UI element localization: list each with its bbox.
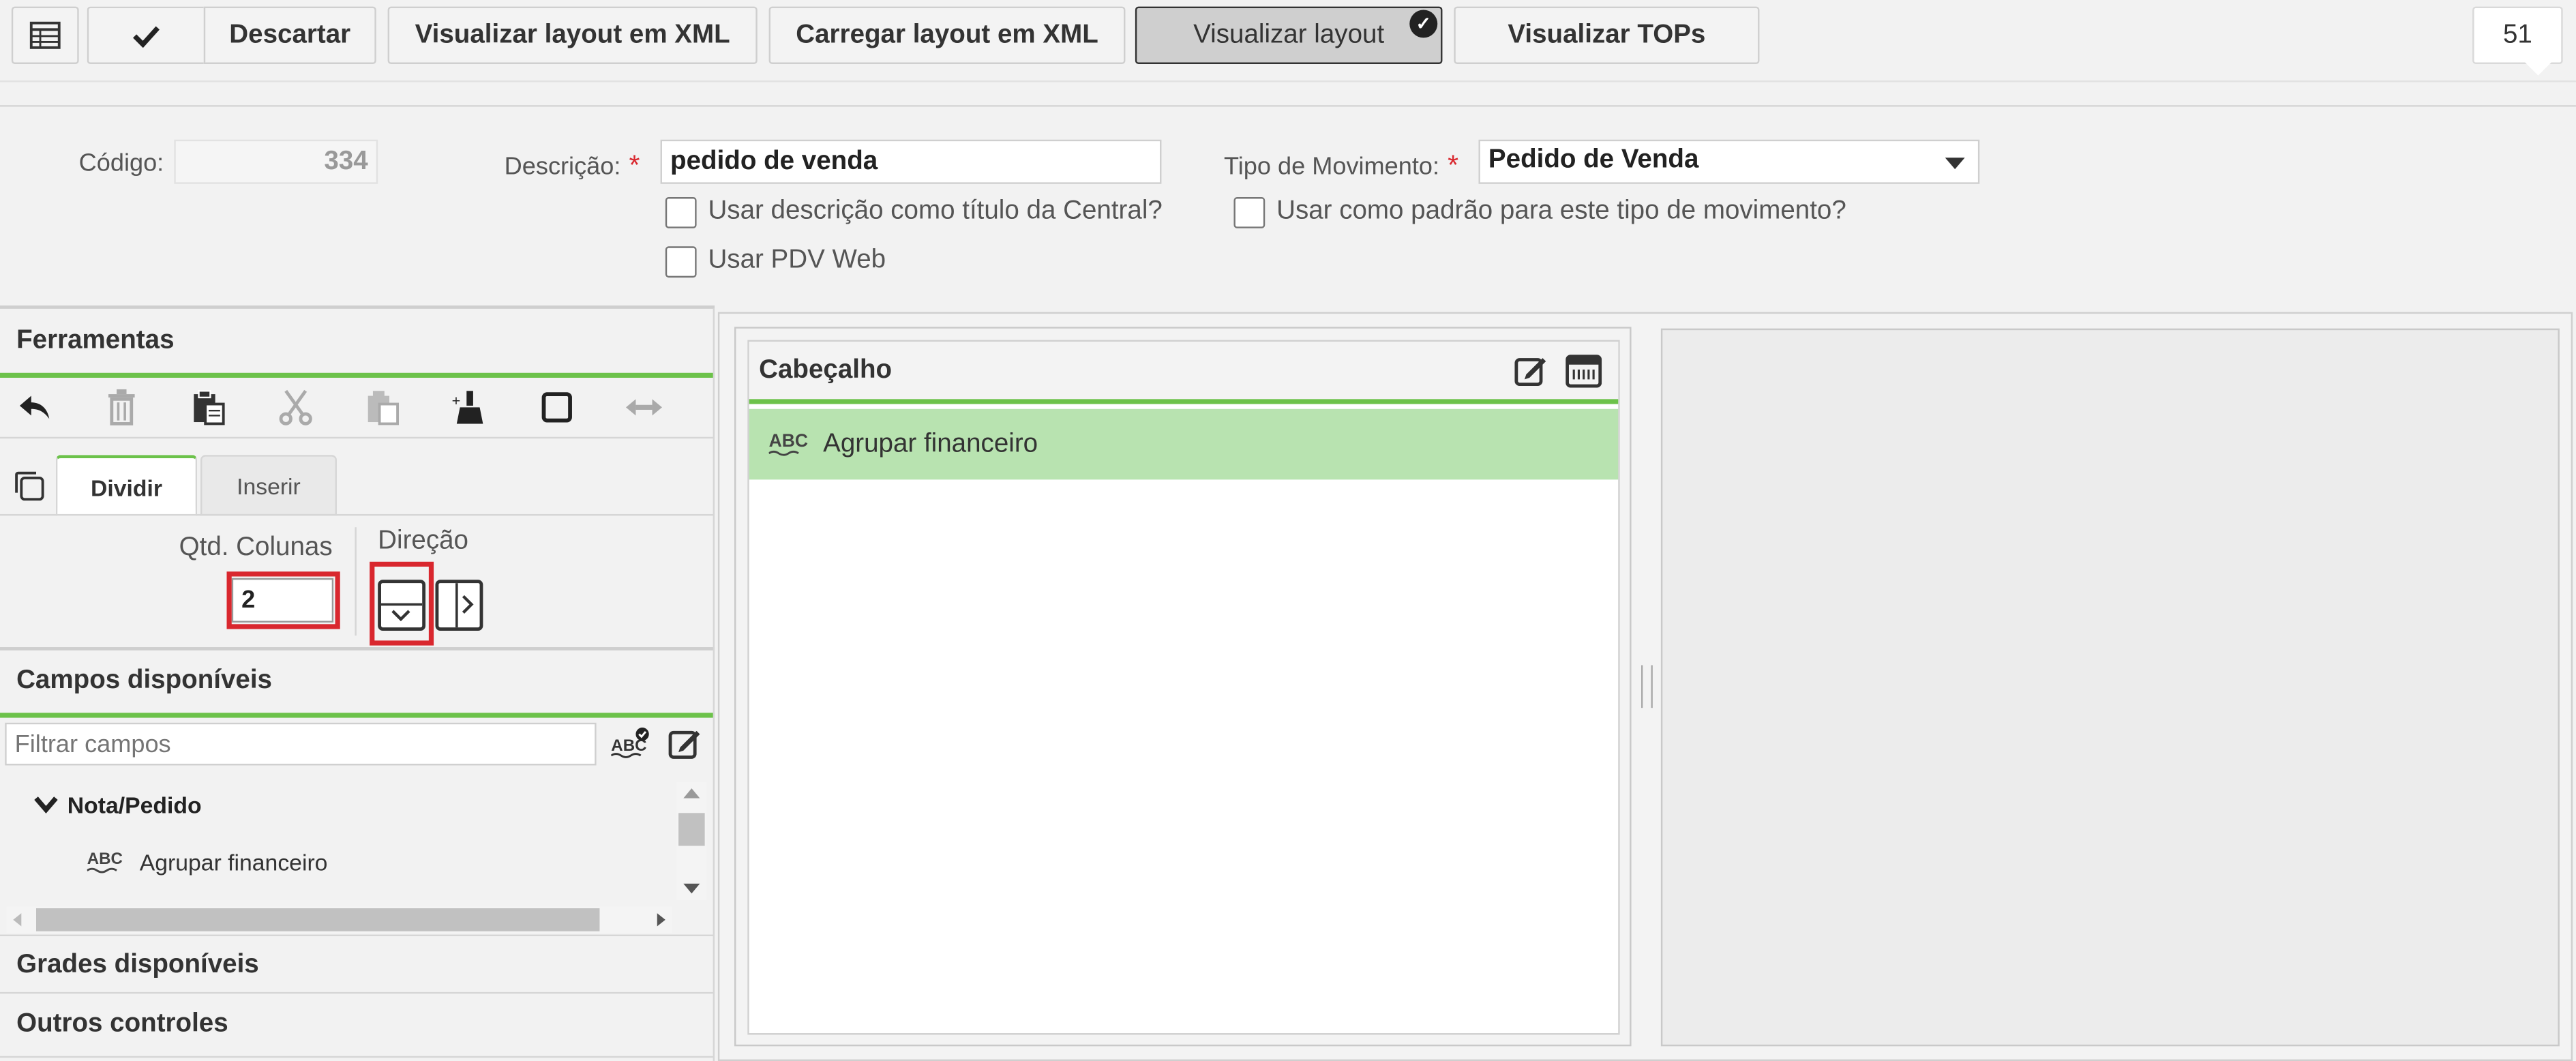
card-header: Cabeçalho: [749, 342, 1619, 404]
scroll-h-thumb[interactable]: [36, 908, 600, 931]
scroll-left-icon: [13, 913, 22, 927]
discard-button[interactable]: Descartar: [203, 6, 376, 64]
direction-right-button[interactable]: [435, 580, 483, 631]
left-panel-border: [713, 308, 715, 1061]
bottom-divider: [0, 1056, 715, 1058]
qtd-colunas-label: Qtd. Colunas: [179, 533, 333, 562]
tab-dividir[interactable]: Dividir: [55, 455, 198, 516]
tipo-movimento-label: Tipo de Movimento: *: [1224, 149, 1458, 182]
ferramentas-underline: [0, 372, 715, 378]
resize-horizontal-icon[interactable]: [625, 387, 664, 427]
card-title: Cabeçalho: [759, 356, 893, 385]
cabecalho-card[interactable]: Cabeçalho ABC Agrupar financeiro: [747, 340, 1620, 1035]
abc-text-icon: ABC: [87, 850, 123, 873]
tree-vertical-scrollbar[interactable]: [676, 781, 707, 900]
scroll-up-icon: [683, 788, 700, 798]
tree-group-nota-pedido[interactable]: Nota/Pedido: [33, 791, 202, 818]
descricao-label: Descrição: *: [505, 149, 640, 182]
tipo-movimento-label-text: Tipo de Movimento:: [1224, 153, 1440, 181]
grid-view-button[interactable]: [11, 6, 79, 64]
tab-inserir[interactable]: Inserir: [200, 455, 337, 516]
tipo-movimento-select[interactable]: Pedido de Venda: [1478, 139, 1980, 184]
paste-icon[interactable]: [189, 387, 228, 427]
tree-group-label: Nota/Pedido: [67, 791, 202, 818]
square-icon[interactable]: [537, 387, 577, 427]
usar-titulo-label: Usar descrição como título da Central?: [708, 197, 1163, 225]
check-badge-icon: ✓: [1409, 10, 1438, 38]
scroll-down-icon: [683, 883, 700, 894]
usar-titulo-checkbox[interactable]: [665, 197, 697, 228]
delete-icon[interactable]: [102, 387, 141, 427]
svg-text:ABC: ABC: [769, 430, 808, 451]
svg-text:ABC: ABC: [87, 850, 123, 868]
tipo-movimento-value: Pedido de Venda: [1488, 146, 1699, 175]
abc-check-icon[interactable]: ABC: [611, 724, 650, 764]
filter-fields-input[interactable]: [5, 722, 597, 766]
undo-icon[interactable]: [15, 387, 55, 427]
usar-padrao-label: Usar como padrão para este tipo de movim…: [1276, 197, 1846, 225]
confirm-button[interactable]: [87, 6, 204, 64]
toolbar-divider: [0, 80, 2576, 83]
scroll-thumb[interactable]: [678, 813, 705, 846]
check-icon: [133, 25, 160, 47]
outros-divider: [0, 991, 715, 994]
view-layout-label: Visualizar layout: [1193, 20, 1385, 49]
usar-pdv-label: Usar PDV Web: [708, 246, 886, 275]
edit-icon[interactable]: [665, 724, 705, 764]
usar-padrao-checkbox[interactable]: [1233, 197, 1265, 228]
scroll-right-icon: [657, 913, 665, 927]
outros-title[interactable]: Outros controles: [16, 1010, 228, 1039]
campos-title[interactable]: Campos disponíveis: [16, 667, 272, 696]
load-layout-xml-button[interactable]: Carregar layout em XML: [768, 6, 1126, 64]
tree-item-label: Agrupar financeiro: [139, 849, 328, 876]
grades-title[interactable]: Grades disponíveis: [16, 951, 259, 981]
view-layout-button[interactable]: Visualizar layout ✓: [1135, 6, 1443, 64]
direcao-divider: [355, 527, 357, 636]
ferramentas-title[interactable]: Ferramentas: [16, 327, 174, 356]
window-icon[interactable]: [1564, 351, 1604, 391]
edit-icon[interactable]: [1512, 351, 1551, 391]
field-row-label: Agrupar financeiro: [823, 430, 1038, 459]
descricao-field[interactable]: [660, 139, 1162, 184]
required-mark: *: [629, 149, 640, 181]
grades-divider: [0, 934, 715, 936]
tabs-divider: [0, 513, 715, 516]
cut-icon[interactable]: [276, 387, 316, 427]
view-layout-xml-button[interactable]: Visualizar layout em XML: [387, 6, 758, 64]
notification-counter[interactable]: 51: [2472, 6, 2563, 76]
tree-horizontal-scrollbar[interactable]: [6, 906, 672, 933]
campos-underline: [0, 713, 715, 718]
required-mark: *: [1448, 149, 1459, 181]
grid-icon: [29, 21, 61, 49]
svg-text:+: +: [452, 392, 461, 409]
chevron-right-icon: [455, 583, 474, 628]
chevron-down-icon: [34, 796, 58, 814]
campos-top-divider: [0, 647, 715, 651]
qtd-colunas-highlight: [226, 571, 340, 629]
tree-item-agrupar-financeiro[interactable]: ABC Agrupar financeiro: [87, 848, 328, 877]
descricao-label-text: Descrição:: [504, 153, 621, 181]
direction-highlight: [370, 561, 434, 646]
usar-pdv-checkbox[interactable]: [665, 246, 697, 278]
codigo-field: [174, 139, 378, 184]
column-resize-handle[interactable]: [1641, 665, 1653, 708]
panel-divider: [0, 305, 715, 309]
clipboard-icon[interactable]: [363, 387, 402, 427]
form-divider: [0, 105, 2576, 107]
tools-divider: [0, 436, 715, 439]
field-row-agrupar-financeiro[interactable]: ABC Agrupar financeiro: [749, 408, 1619, 480]
codigo-label: Código:: [78, 149, 164, 178]
abc-text-icon: ABC: [768, 430, 808, 456]
copy-icon[interactable]: [10, 466, 49, 506]
caret-down-icon: [1945, 158, 1965, 170]
clear-format-icon[interactable]: +: [450, 387, 490, 427]
empty-column: [1660, 328, 2560, 1047]
view-tops-button[interactable]: Visualizar TOPs: [1454, 6, 1760, 64]
direcao-label: Direção: [378, 527, 469, 556]
